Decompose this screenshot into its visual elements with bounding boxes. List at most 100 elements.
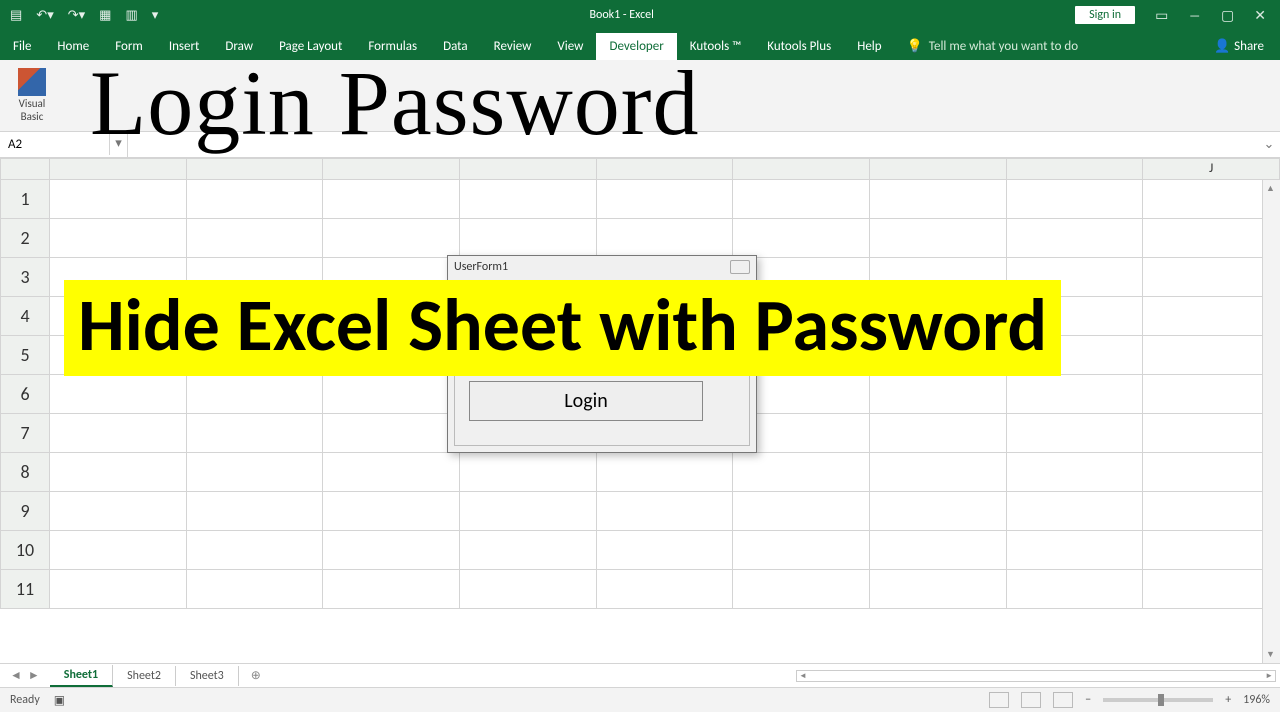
cell[interactable] [733, 570, 870, 609]
userform-close-icon[interactable] [730, 260, 750, 274]
row-header[interactable]: 6 [0, 375, 50, 414]
row-header[interactable]: 2 [0, 219, 50, 258]
cell[interactable] [460, 492, 597, 531]
cell[interactable] [50, 453, 187, 492]
login-button[interactable]: Login [469, 381, 703, 421]
cell[interactable] [1007, 492, 1144, 531]
cell[interactable] [1143, 258, 1280, 297]
cell[interactable] [50, 219, 187, 258]
tab-kutoolsplus[interactable]: Kutools Plus [754, 33, 844, 60]
cell[interactable] [1007, 219, 1144, 258]
row-header[interactable]: 7 [0, 414, 50, 453]
col-header[interactable] [50, 158, 187, 180]
undo-icon[interactable]: ↶▾ [36, 8, 53, 23]
cell[interactable] [187, 531, 324, 570]
cell[interactable] [597, 453, 734, 492]
formula-expand-icon[interactable]: ⌄ [1258, 137, 1280, 152]
cell[interactable] [187, 180, 324, 219]
sheet-next-icon[interactable]: ► [28, 668, 40, 683]
zoom-slider[interactable] [1103, 698, 1213, 702]
cell[interactable] [460, 570, 597, 609]
cell[interactable] [323, 453, 460, 492]
cell[interactable] [187, 219, 324, 258]
cell[interactable] [50, 531, 187, 570]
tellme-search[interactable]: 💡 Tell me what you want to do [895, 33, 1091, 60]
cell[interactable] [323, 375, 460, 414]
worksheet-grid[interactable]: Hide Excel Sheet with Password J 1 2 3 4… [0, 158, 1280, 663]
cell[interactable] [1143, 453, 1280, 492]
cell[interactable] [50, 414, 187, 453]
cell[interactable] [187, 375, 324, 414]
macro-record-icon[interactable]: ▣ [54, 693, 65, 708]
cell[interactable] [187, 570, 324, 609]
cell[interactable] [597, 219, 734, 258]
sheet-tab-3[interactable]: Sheet3 [176, 666, 239, 686]
cell[interactable] [870, 570, 1007, 609]
tab-file[interactable]: File [0, 33, 44, 60]
col-header[interactable] [1007, 158, 1144, 180]
redo-icon[interactable]: ↷▾ [68, 8, 85, 23]
minimize-icon[interactable]: ― [1188, 7, 1201, 24]
cell[interactable] [1143, 180, 1280, 219]
cell[interactable] [733, 492, 870, 531]
zoom-out-icon[interactable]: − [1085, 693, 1091, 707]
col-header[interactable]: J [1143, 158, 1280, 180]
visual-basic-button[interactable]: Visual Basic [10, 68, 54, 122]
col-header[interactable] [870, 158, 1007, 180]
cell[interactable] [460, 531, 597, 570]
userform-titlebar[interactable]: UserForm1 [448, 256, 756, 278]
cell[interactable] [50, 375, 187, 414]
row-header[interactable]: 4 [0, 297, 50, 336]
row-header[interactable]: 1 [0, 180, 50, 219]
qat-icon[interactable]: ▦ [99, 8, 111, 23]
new-sheet-button[interactable]: ⊕ [239, 665, 273, 686]
cell[interactable] [1007, 414, 1144, 453]
cell[interactable] [50, 180, 187, 219]
zoom-in-icon[interactable]: + [1225, 693, 1231, 707]
share-button[interactable]: 👤 Share [1198, 33, 1280, 60]
cell[interactable] [323, 570, 460, 609]
cell[interactable] [870, 375, 1007, 414]
cell[interactable] [733, 453, 870, 492]
qat-more-icon[interactable]: ▾ [152, 8, 159, 23]
cell[interactable] [1007, 375, 1144, 414]
cell[interactable] [1143, 336, 1280, 375]
cell[interactable] [460, 453, 597, 492]
cell[interactable] [733, 180, 870, 219]
maximize-icon[interactable]: ▢ [1221, 7, 1234, 24]
col-header[interactable] [187, 158, 324, 180]
cell[interactable] [187, 453, 324, 492]
cell[interactable] [323, 180, 460, 219]
cell[interactable] [1007, 453, 1144, 492]
signin-button[interactable]: Sign in [1075, 6, 1135, 24]
col-header[interactable] [733, 158, 870, 180]
cell[interactable] [1143, 531, 1280, 570]
cell[interactable] [50, 570, 187, 609]
cell[interactable] [870, 414, 1007, 453]
cell[interactable] [870, 219, 1007, 258]
sheet-nav[interactable]: ◄► [0, 668, 50, 683]
cell[interactable] [1007, 570, 1144, 609]
cell[interactable] [323, 531, 460, 570]
view-pagelayout-icon[interactable] [1021, 692, 1041, 708]
view-pagebreak-icon[interactable] [1053, 692, 1073, 708]
cell[interactable] [1143, 492, 1280, 531]
cell[interactable] [1143, 297, 1280, 336]
cell[interactable] [1143, 414, 1280, 453]
cell[interactable] [323, 414, 460, 453]
cell[interactable] [187, 414, 324, 453]
cell[interactable] [597, 180, 734, 219]
col-header[interactable] [597, 158, 734, 180]
cell[interactable] [597, 531, 734, 570]
sheet-prev-icon[interactable]: ◄ [10, 668, 22, 683]
row-header[interactable]: 9 [0, 492, 50, 531]
row-header[interactable]: 10 [0, 531, 50, 570]
cell[interactable] [50, 492, 187, 531]
row-header[interactable]: 8 [0, 453, 50, 492]
sheet-tab-2[interactable]: Sheet2 [113, 666, 176, 686]
ribbon-display-icon[interactable]: ▭ [1155, 7, 1168, 24]
sheet-tab-1[interactable]: Sheet1 [50, 665, 113, 687]
row-header[interactable]: 5 [0, 336, 50, 375]
cell[interactable] [1143, 570, 1280, 609]
col-header[interactable] [323, 158, 460, 180]
